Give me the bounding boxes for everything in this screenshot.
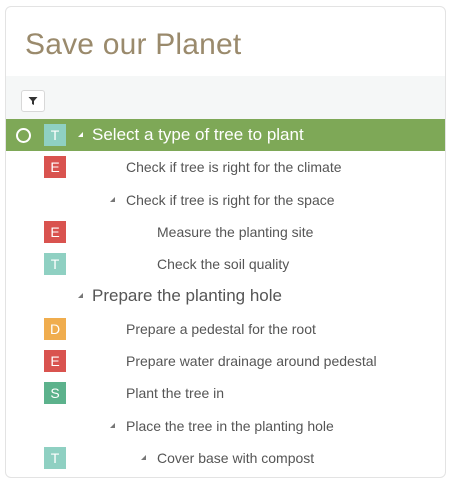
tree-row[interactable]: Prepare the planting hole xyxy=(6,280,445,312)
tree-row-label: Prepare a pedestal for the root xyxy=(126,320,316,337)
tree-row[interactable]: D Prepare a pedestal for the root xyxy=(6,313,445,345)
type-badge: D xyxy=(44,317,66,340)
tree-row-label: Check if tree is right for the space xyxy=(126,191,335,208)
type-badge: T xyxy=(44,253,66,276)
tree-row-label: Place the tree in the planting hole xyxy=(126,417,334,434)
toolbar xyxy=(6,76,445,121)
type-badge: E xyxy=(44,220,66,243)
tree-row-label: Check if tree is right for the climate xyxy=(126,159,342,176)
tree-row[interactable]: T Cover base with compost xyxy=(6,442,445,474)
type-badge: T xyxy=(44,124,66,146)
project-panel: Save our Planet T Select a type of tree … xyxy=(5,6,446,478)
type-badge: S xyxy=(44,382,66,405)
tree-row[interactable]: E Prepare water drainage around pedestal xyxy=(6,345,445,377)
type-badge: E xyxy=(44,156,66,179)
tree-row-label: Prepare water drainage around pedestal xyxy=(126,353,377,370)
type-badge: T xyxy=(44,446,66,469)
expand-caret-icon[interactable] xyxy=(78,132,83,137)
tree-row-label: Measure the planting site xyxy=(157,223,314,240)
page-title: Save our Planet xyxy=(25,28,242,61)
tree-row-label: Select a type of tree to plant xyxy=(92,125,304,144)
tree-row[interactable]: Check if tree is right for the space xyxy=(6,184,445,216)
expand-caret-icon[interactable] xyxy=(110,196,115,202)
tree-row[interactable]: Place the tree in the planting hole xyxy=(6,410,445,442)
task-tree: T Select a type of tree to plant E Check… xyxy=(6,119,445,474)
filter-button[interactable] xyxy=(21,90,45,112)
tree-row[interactable]: E Check if tree is right for the climate xyxy=(6,151,445,183)
row-select-radio[interactable] xyxy=(16,128,31,143)
tree-row-label: Plant the tree in xyxy=(126,385,225,402)
tree-row[interactable]: T Select a type of tree to plant xyxy=(6,119,445,152)
tree-row[interactable]: E Measure the planting site xyxy=(6,216,445,248)
filter-icon xyxy=(28,97,38,105)
tree-row[interactable]: S Plant the tree in xyxy=(6,377,445,409)
tree-row-label: Prepare the planting hole xyxy=(92,286,282,306)
tree-row-label: Cover base with compost xyxy=(157,449,315,466)
tree-row[interactable]: T Check the soil quality xyxy=(6,248,445,280)
type-badge: E xyxy=(44,350,66,373)
expand-caret-icon[interactable] xyxy=(141,454,146,460)
expand-caret-icon[interactable] xyxy=(78,293,83,299)
tree-row-label: Check the soil quality xyxy=(157,256,290,273)
expand-caret-icon[interactable] xyxy=(110,422,115,428)
